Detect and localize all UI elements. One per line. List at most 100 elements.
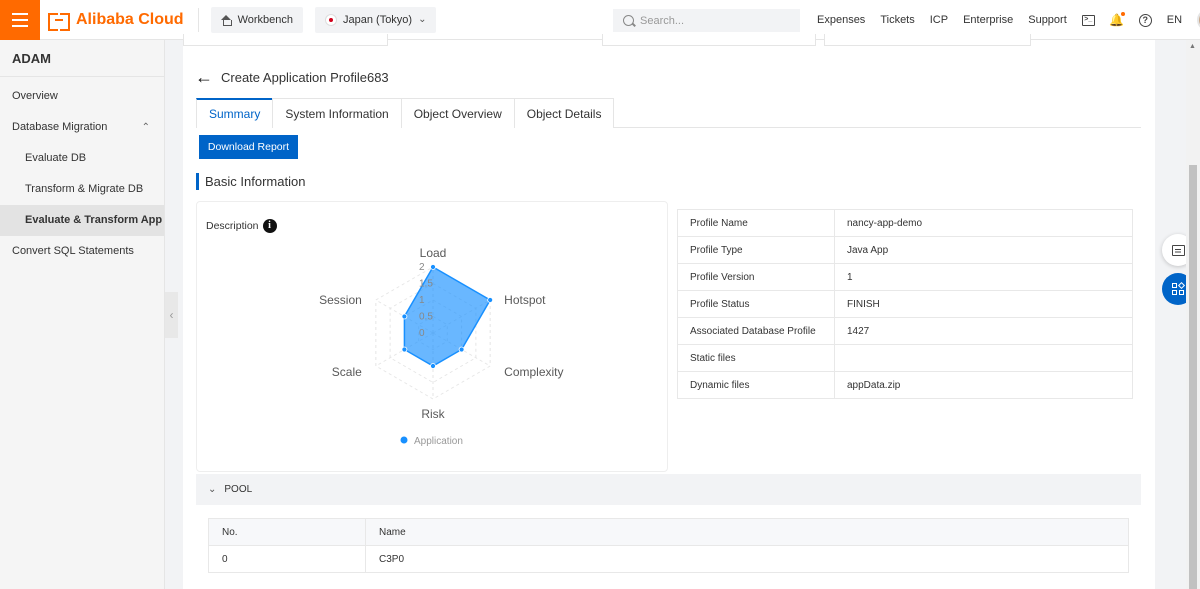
sidebar-item-label: Transform & Migrate DB bbox=[25, 183, 144, 195]
page-header: ← Create Application Profile683 bbox=[195, 68, 389, 86]
tickets-link[interactable]: Tickets bbox=[880, 14, 914, 26]
icp-link[interactable]: ICP bbox=[930, 14, 948, 26]
language-switch[interactable]: EN bbox=[1167, 14, 1182, 26]
radar-tick-label: 1.5 bbox=[419, 279, 433, 290]
tab-object-overview[interactable]: Object Overview bbox=[400, 98, 515, 128]
table-row: Associated Database Profile 1427 bbox=[677, 317, 1133, 345]
info-label: Profile Version bbox=[677, 263, 835, 291]
sidebar-item-convert-sql[interactable]: Convert SQL Statements bbox=[0, 236, 164, 267]
cell-no: 0 bbox=[208, 545, 366, 573]
download-report-button[interactable]: Download Report bbox=[199, 135, 298, 159]
sidebar-item-database-migration[interactable]: Database Migration ⌃ bbox=[0, 112, 164, 143]
terminal-icon[interactable]: >_ bbox=[1081, 14, 1095, 26]
main-content: ← Create Application Profile683 Summary … bbox=[183, 34, 1155, 589]
sidebar-item-label: Database Migration bbox=[12, 121, 108, 133]
tab-object-details[interactable]: Object Details bbox=[513, 98, 615, 128]
radar-chart-card: Description i 0 0.5 1 1.5 2 Load Hotspot Comple… bbox=[196, 201, 668, 472]
support-link[interactable]: Support bbox=[1028, 14, 1067, 26]
help-icon[interactable]: ? bbox=[1138, 13, 1152, 27]
table-row: Profile Version 1 bbox=[677, 263, 1133, 291]
sidebar-item-label: Evaluate DB bbox=[25, 152, 87, 164]
menu-icon[interactable] bbox=[0, 0, 40, 40]
radar-axis-label: Complexity bbox=[504, 365, 563, 379]
page-title: Create Application Profile683 bbox=[221, 69, 389, 85]
section-title: Basic Information bbox=[196, 173, 305, 190]
sidebar: ADAM Overview Database Migration ⌃ Evalu… bbox=[0, 40, 165, 589]
tab-system-information[interactable]: System Information bbox=[272, 98, 402, 128]
radar-data-point bbox=[487, 297, 494, 303]
table-row: Profile Status FINISH bbox=[677, 290, 1133, 318]
sidebar-item-label: Overview bbox=[12, 90, 58, 102]
table-row: Profile Name nancy-app-demo bbox=[677, 209, 1133, 237]
pool-title: POOL bbox=[224, 484, 253, 495]
profile-info-table: Profile Name nancy-app-demo Profile Type Ja… bbox=[677, 209, 1133, 399]
info-value: nancy-app-demo bbox=[834, 209, 1133, 237]
sidebar-item-evaluate-transform-app[interactable]: Evaluate & Transform App bbox=[0, 205, 164, 236]
workbench-button[interactable]: Workbench bbox=[210, 6, 303, 33]
legend-label: Application bbox=[414, 436, 463, 447]
column-header-no: No. bbox=[208, 518, 366, 546]
search-placeholder: Search... bbox=[640, 14, 685, 27]
pool-table: No. Name 0 C3P0 bbox=[208, 518, 1129, 573]
radar-tick-label: 2 bbox=[419, 262, 425, 273]
table-row: Static files bbox=[677, 344, 1133, 372]
radar-axis-label: Session bbox=[319, 293, 362, 307]
scroll-up-icon: ▲ bbox=[1189, 43, 1196, 50]
japan-flag-icon bbox=[325, 13, 337, 26]
search-icon bbox=[623, 15, 634, 26]
chevron-left-icon: ‹ bbox=[169, 308, 174, 322]
sidebar-title: ADAM bbox=[0, 40, 164, 77]
radar-tick-label: 1 bbox=[419, 295, 425, 306]
radar-chart: 0 0.5 1 1.5 2 Load Hotspot Complexity Risk Scale S… bbox=[319, 246, 563, 447]
info-value bbox=[834, 344, 1133, 372]
scrollbar-thumb[interactable] bbox=[1189, 165, 1197, 589]
tab-summary[interactable]: Summary bbox=[196, 98, 274, 128]
table-row: Dynamic files appData.zip bbox=[677, 371, 1133, 399]
alibaba-cloud-logo[interactable]: Alibaba Cloud bbox=[48, 7, 199, 32]
expenses-link[interactable]: Expenses bbox=[817, 14, 865, 26]
info-value: 1 bbox=[834, 263, 1133, 291]
brand-name: Alibaba Cloud bbox=[76, 10, 184, 28]
table-header-row: No. Name bbox=[208, 518, 1129, 546]
sidebar-item-evaluate-db[interactable]: Evaluate DB bbox=[0, 143, 164, 174]
sidebar-item-transform-migrate-db[interactable]: Transform & Migrate DB bbox=[0, 174, 164, 205]
info-label: Profile Type bbox=[677, 236, 835, 264]
radar-axis-label: Hotspot bbox=[504, 293, 546, 307]
info-label: Associated Database Profile bbox=[677, 317, 835, 345]
home-icon bbox=[220, 14, 232, 26]
background-tab bbox=[602, 34, 816, 46]
radar-data-point bbox=[401, 313, 408, 320]
pool-section-toggle[interactable]: ⌄ POOL bbox=[196, 474, 1141, 505]
sidebar-item-label: Convert SQL Statements bbox=[12, 245, 134, 257]
background-tabs bbox=[183, 34, 1155, 48]
radar-axis-label: Risk bbox=[421, 407, 445, 421]
info-value: 1427 bbox=[834, 317, 1133, 345]
region-label: Japan (Tokyo) bbox=[343, 13, 413, 26]
background-tab bbox=[824, 34, 1031, 46]
back-arrow-icon[interactable]: ← bbox=[195, 68, 213, 86]
search-input[interactable]: Search... bbox=[613, 9, 800, 32]
sidebar-collapse-handle[interactable]: ‹ bbox=[165, 292, 178, 338]
scrollbar[interactable]: ▲ bbox=[1186, 40, 1200, 589]
info-value: appData.zip bbox=[834, 371, 1133, 399]
chat-icon bbox=[1171, 244, 1185, 256]
column-header-name: Name bbox=[365, 518, 1129, 546]
apps-icon bbox=[1172, 281, 1186, 295]
info-value: Java App bbox=[834, 236, 1133, 264]
cell-name: C3P0 bbox=[365, 545, 1129, 573]
radar-data-point bbox=[430, 363, 436, 369]
bell-icon[interactable]: 🔔 bbox=[1109, 12, 1125, 27]
radar-data-point bbox=[401, 346, 408, 353]
tab-bar: Summary System Information Object Overvi… bbox=[196, 98, 1141, 128]
info-label: Static files bbox=[677, 344, 835, 372]
sidebar-item-overview[interactable]: Overview bbox=[0, 81, 164, 112]
alibaba-logo-icon bbox=[48, 12, 70, 31]
table-row: 0 C3P0 bbox=[208, 545, 1129, 573]
radar-axis-label: Scale bbox=[332, 365, 362, 379]
enterprise-link[interactable]: Enterprise bbox=[963, 14, 1013, 26]
region-selector[interactable]: Japan (Tokyo) ⌄ bbox=[315, 6, 437, 33]
info-label: Profile Status bbox=[677, 290, 835, 318]
background-tab bbox=[183, 34, 388, 46]
radar-data-point bbox=[458, 346, 465, 353]
radar-tick-label: 0 bbox=[419, 328, 425, 339]
